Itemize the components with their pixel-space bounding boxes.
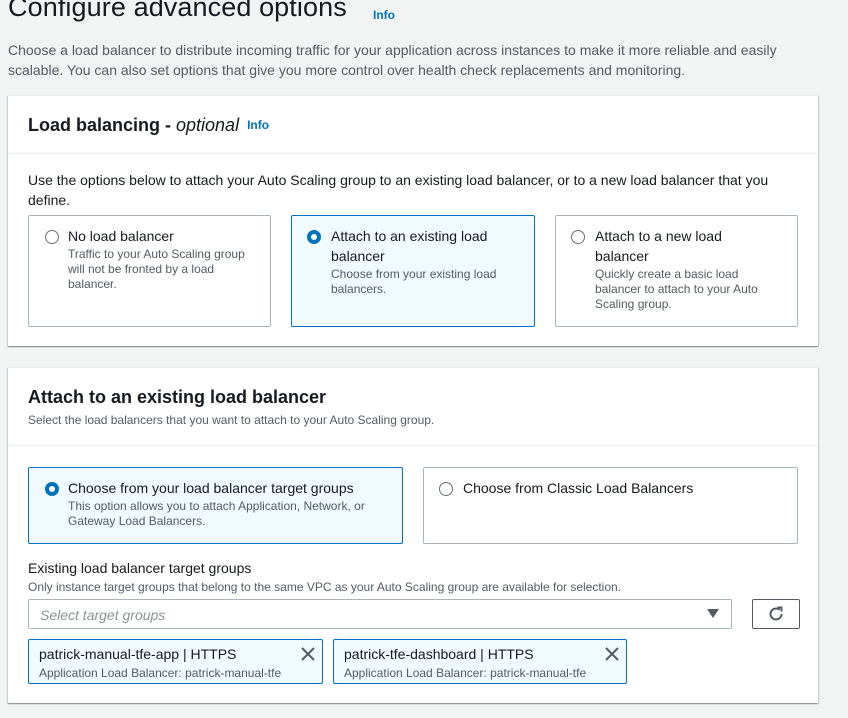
attach-existing-container: Attach to an existing load balancer Sele…	[8, 367, 818, 703]
tile-attach-new[interactable]: Attach to a new load balancer Quickly cr…	[555, 215, 798, 327]
tile-label: Attach to a new load balancer	[595, 228, 722, 264]
token-title: patrick-manual-tfe-app | HTTPS	[39, 646, 237, 662]
tile-label: No load balancer	[68, 228, 174, 244]
attach-existing-header: Attach to an existing load balancer Sele…	[8, 368, 818, 446]
load-balancing-info-link[interactable]: Info	[247, 118, 269, 132]
tile-label: Choose from Classic Load Balancers	[463, 480, 694, 496]
target-groups-description: Only instance target groups that belong …	[28, 580, 622, 594]
tile-target-groups[interactable]: Choose from your load balancer target gr…	[28, 467, 403, 544]
token-subtitle: Application Load Balancer: patrick-manua…	[344, 666, 587, 680]
tile-label: Choose from your load balancer target gr…	[68, 480, 354, 496]
load-balancing-description: Use the options below to attach your Aut…	[28, 172, 769, 208]
caret-down-icon	[707, 609, 719, 618]
tile-description: Traffic to your Auto Scaling group will …	[68, 247, 245, 291]
attach-existing-heading: Attach to an existing load balancer	[28, 387, 327, 407]
tile-no-load-balancer[interactable]: No load balancer Traffic to your Auto Sc…	[28, 215, 271, 327]
load-balancing-heading-text: Load balancing -	[28, 115, 177, 135]
radio-attach-existing[interactable]	[307, 230, 321, 244]
refresh-icon	[769, 606, 783, 621]
page-description: Choose a load balancer to distribute inc…	[8, 42, 777, 78]
load-balancing-header: Load balancing - optional Info	[8, 96, 818, 154]
tile-label: Attach to an existing load balancer	[331, 228, 488, 264]
attach-existing-subheading: Select the load balancers that you want …	[28, 413, 435, 427]
radio-classic-load-balancers[interactable]	[439, 482, 453, 496]
page-info-link[interactable]: Info	[373, 8, 395, 22]
token-target-group-1: patrick-manual-tfe-app | HTTPS Applicati…	[28, 639, 323, 684]
tile-classic-load-balancers[interactable]: Choose from Classic Load Balancers	[423, 467, 798, 544]
tile-description: This option allows you to attach Applica…	[68, 499, 365, 528]
token-target-group-2: patrick-tfe-dashboard | HTTPS Applicatio…	[333, 639, 627, 684]
select-placeholder: Select target groups	[40, 607, 166, 623]
radio-attach-new[interactable]	[571, 230, 585, 244]
close-icon[interactable]	[604, 646, 620, 662]
radio-no-load-balancer[interactable]	[45, 230, 59, 244]
refresh-button[interactable]	[752, 599, 800, 629]
load-balancing-container: Load balancing - optional Info Use the op…	[8, 95, 818, 346]
tile-attach-existing[interactable]: Attach to an existing load balancer Choo…	[291, 215, 535, 327]
page-title: Configure advanced options	[8, 0, 347, 22]
token-title: patrick-tfe-dashboard | HTTPS	[344, 646, 534, 662]
tile-description: Quickly create a basic load balancer to …	[595, 267, 758, 311]
radio-target-groups[interactable]	[45, 482, 59, 496]
load-balancing-optional: optional	[176, 115, 240, 135]
tile-description: Choose from your existing load balancers…	[331, 267, 497, 296]
target-groups-label: Existing load balancer target groups	[28, 560, 252, 576]
token-subtitle: Application Load Balancer: patrick-manua…	[39, 666, 282, 680]
load-balancing-heading: Load balancing - optional Info	[28, 115, 269, 136]
target-groups-select[interactable]: Select target groups	[28, 599, 732, 629]
close-icon[interactable]	[300, 646, 316, 662]
